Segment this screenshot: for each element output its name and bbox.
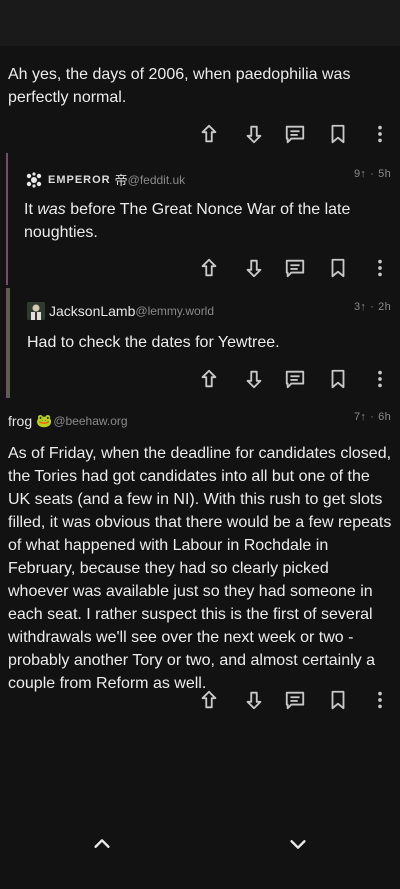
save-button[interactable] <box>324 365 352 393</box>
vote-count: 3↑ <box>353 301 367 313</box>
comment-stats: 7↑ · 6h <box>353 411 391 423</box>
upvote-button[interactable] <box>195 254 223 282</box>
save-button[interactable] <box>324 120 352 148</box>
more-vertical-icon <box>378 259 382 277</box>
comment-age: 6h <box>378 411 391 423</box>
comment-actions <box>0 365 400 393</box>
comment-stats: 9↑ · 5h <box>353 168 391 180</box>
username[interactable]: JacksonLamb <box>49 303 135 319</box>
more-options-button[interactable] <box>366 686 394 714</box>
avatar[interactable] <box>26 171 42 188</box>
arrow-up-icon <box>201 369 217 388</box>
comment-age: 2h <box>378 301 391 313</box>
arrow-down-icon <box>246 125 262 144</box>
comment-body: Had to check the dates for Yewtree. <box>27 334 280 351</box>
comment-age: 5h <box>378 168 391 180</box>
comment-text: It <box>24 201 38 218</box>
avatar[interactable] <box>27 302 45 320</box>
comment-header: EMPEROR 帝 @feddit.uk <box>26 170 185 189</box>
user-instance: @feddit.uk <box>127 172 186 187</box>
arrow-down-icon <box>246 370 262 389</box>
reply-button[interactable] <box>281 120 309 148</box>
save-button[interactable] <box>324 686 352 714</box>
username-suffix: 帝 <box>114 173 128 188</box>
username[interactable]: frog <box>8 413 32 429</box>
reply-icon <box>285 125 305 144</box>
comment-actions <box>0 254 400 282</box>
reply-button[interactable] <box>281 254 309 282</box>
comment-header: frog 🐸 @beehaw.org <box>8 413 128 429</box>
comment-text: before The Great Nonce War of the late n… <box>24 201 351 241</box>
reply-button[interactable] <box>281 365 309 393</box>
comment-actions <box>0 686 400 714</box>
reply-icon <box>285 691 305 710</box>
downvote-button[interactable] <box>240 365 268 393</box>
downvote-button[interactable] <box>240 120 268 148</box>
bookmark-icon <box>331 690 345 710</box>
top-bar <box>0 0 400 46</box>
chevron-up-icon <box>94 839 110 848</box>
comment-header: JacksonLamb @lemmy.world <box>27 302 214 320</box>
username[interactable]: EMPEROR <box>48 174 111 186</box>
upvote-button[interactable] <box>195 365 223 393</box>
comment-actions <box>0 120 400 148</box>
more-vertical-icon <box>378 125 382 143</box>
upvote-button[interactable] <box>195 120 223 148</box>
reply-button[interactable] <box>281 686 309 714</box>
next-comment-button[interactable] <box>278 828 318 860</box>
comment-body: As of Friday, when the deadline for cand… <box>8 445 392 692</box>
user-instance: @beehaw.org <box>53 414 128 428</box>
bookmark-icon <box>331 124 345 144</box>
more-options-button[interactable] <box>366 365 394 393</box>
user-instance: @lemmy.world <box>135 304 215 318</box>
arrow-up-icon <box>201 690 217 709</box>
upvote-button[interactable] <box>195 686 223 714</box>
arrow-up-icon <box>201 124 217 143</box>
more-vertical-icon <box>378 370 382 388</box>
bookmark-icon <box>331 258 345 278</box>
user-emoji: 🐸 <box>36 413 53 428</box>
arrow-down-icon <box>246 259 262 278</box>
arrow-down-icon <box>246 691 262 710</box>
comment-body: Ah yes, the days of 2006, when paedophil… <box>8 66 351 106</box>
more-options-button[interactable] <box>366 254 394 282</box>
more-options-button[interactable] <box>366 120 394 148</box>
bookmark-icon <box>331 369 345 389</box>
previous-comment-button[interactable] <box>82 828 122 860</box>
vote-count: 9↑ <box>353 168 367 180</box>
save-button[interactable] <box>324 254 352 282</box>
chevron-down-icon <box>290 840 306 849</box>
reply-icon <box>285 370 305 389</box>
downvote-button[interactable] <box>240 686 268 714</box>
comment-body: It was before The Great Nonce War of the… <box>24 198 384 244</box>
vote-count: 7↑ <box>353 411 367 423</box>
arrow-up-icon <box>201 258 217 277</box>
reply-icon <box>285 259 305 278</box>
comment-text-emphasis: was <box>37 201 66 218</box>
comment-stats: 3↑ · 2h <box>353 301 391 313</box>
more-vertical-icon <box>378 691 382 709</box>
downvote-button[interactable] <box>240 254 268 282</box>
